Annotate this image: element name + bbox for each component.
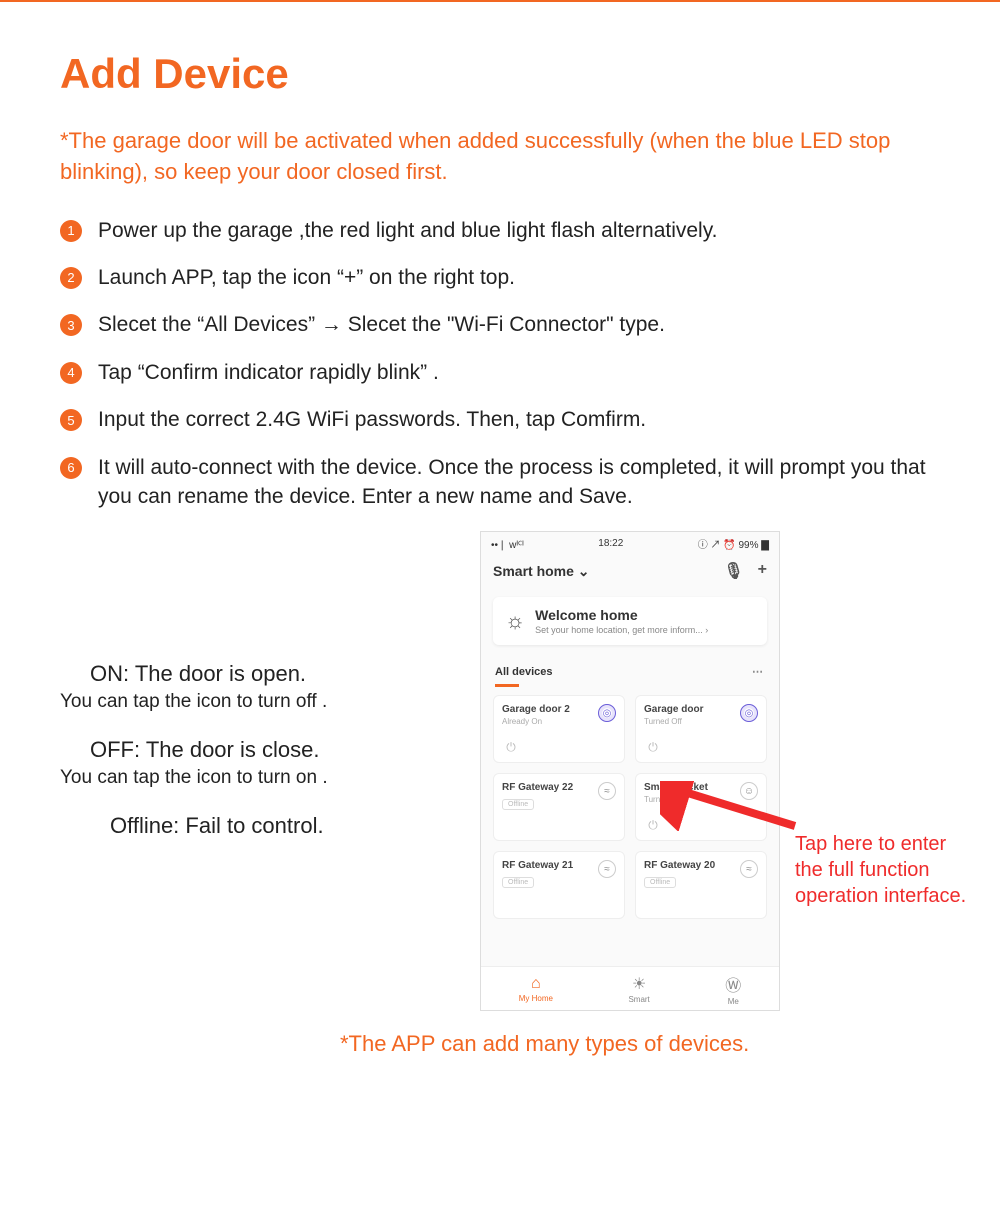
nav-label: My Home	[519, 994, 553, 1003]
device-status: Already On	[502, 717, 616, 726]
phone-screenshot: ••❘ ᴡᴵꟲᴵ 18:22 ⓘ ↗ ⏰ 99% ▇ Smart home ⌄ …	[480, 531, 780, 1011]
device-status: Turned Off	[644, 717, 758, 726]
wifi-icon: ≈	[740, 860, 758, 878]
step-text: Tap “Confirm indicator rapidly blink” .	[98, 358, 940, 387]
mic-icon[interactable]: 🎙	[723, 561, 743, 581]
app-header: Smart home ⌄ 🎙 +	[481, 555, 779, 591]
warning-note: *The garage door will be activated when …	[60, 126, 940, 188]
step-1: 1 Power up the garage ,the red light and …	[60, 216, 940, 245]
offline-badge: Offline	[502, 799, 534, 810]
status-offline: Offline: Fail to control.	[110, 813, 480, 839]
step-number: 4	[60, 362, 82, 384]
step-2: 2 Launch APP, tap the icon “+” on the rig…	[60, 263, 940, 292]
wifi-icon: ≈	[598, 860, 616, 878]
status-on-sub: You can tap the icon to turn off .	[60, 691, 480, 713]
nav-icon: ⌂	[519, 975, 553, 993]
nav-icon: Ⓦ	[725, 972, 741, 996]
lower-section: ON: The door is open. You can tap the ic…	[60, 531, 940, 1011]
step-text: Input the correct 2.4G WiFi passwords. T…	[98, 405, 940, 434]
device-card[interactable]: RF Gateway 21Offline≈	[493, 851, 625, 919]
nav-label: Me	[728, 997, 739, 1006]
nav-me[interactable]: ⓌMe	[725, 972, 741, 1006]
status-battery: ⓘ ↗ ⏰ 99% ▇	[698, 536, 769, 551]
step-4: 4 Tap “Confirm indicator rapidly blink” .	[60, 358, 940, 387]
status-time: 18:22	[598, 538, 623, 549]
welcome-card[interactable]: ☼ Welcome home Set your home location, g…	[493, 597, 767, 645]
status-off-sub: You can tap the icon to turn on .	[60, 767, 480, 789]
wifi-icon: ≈	[598, 782, 616, 800]
step-number: 3	[60, 314, 82, 336]
step-number: 5	[60, 409, 82, 431]
device-card[interactable]: Garage door 2Already On◎⏻	[493, 695, 625, 763]
app-title[interactable]: Smart home ⌄	[493, 563, 590, 580]
step-3: 3 Slecet the “All Devices” → Slecet the "…	[60, 310, 940, 339]
section-title[interactable]: All devices	[495, 666, 552, 678]
status-signal: ••❘ ᴡᴵꟲᴵ	[491, 537, 524, 551]
callout-text: Tap here to enter the full function oper…	[795, 831, 975, 909]
section-header: All devices ⋯	[481, 651, 779, 684]
offline-badge: Offline	[502, 877, 534, 888]
section-underline	[495, 684, 519, 687]
nav-icon: ☀	[628, 974, 649, 994]
step-number: 1	[60, 220, 82, 242]
device-status: Turned Off	[644, 795, 758, 804]
step-5: 5 Input the correct 2.4G WiFi passwords. …	[60, 405, 940, 434]
status-off-head: OFF: The door is close.	[90, 737, 480, 763]
step-text: Power up the garage ,the red light and b…	[98, 216, 940, 245]
step-text: Launch APP, tap the icon “+” on the righ…	[98, 263, 940, 292]
step-text: It will auto-connect with the device. On…	[98, 453, 940, 512]
status-explanations: ON: The door is open. You can tap the ic…	[60, 531, 480, 839]
device-cards: Garage door 2Already On◎⏻Garage doorTurn…	[481, 695, 779, 919]
footnote: *The APP can add many types of devices.	[340, 1031, 940, 1057]
device-card[interactable]: RF Gateway 20Offline≈	[635, 851, 767, 919]
more-icon[interactable]: ⋯	[752, 665, 765, 678]
phone-screenshot-wrap: ••❘ ᴡᴵꟲᴵ 18:22 ⓘ ↗ ⏰ 99% ▇ Smart home ⌄ …	[480, 531, 780, 1011]
plus-icon[interactable]: +	[758, 561, 767, 581]
phone-status-bar: ••❘ ᴡᴵꟲᴵ 18:22 ⓘ ↗ ⏰ 99% ▇	[481, 532, 779, 555]
power-icon[interactable]: ⏻	[644, 816, 662, 834]
device-card[interactable]: Smart SocketTurned Off☺⏻	[635, 773, 767, 841]
power-icon[interactable]: ⏻	[502, 738, 520, 756]
nav-smart[interactable]: ☀Smart	[628, 974, 649, 1004]
step-text: Slecet the “All Devices” → Slecet the "W…	[98, 310, 940, 339]
step-number: 2	[60, 267, 82, 289]
weather-icon: ☼	[505, 608, 525, 634]
top-divider	[0, 0, 1000, 2]
nav-my-home[interactable]: ⌂My Home	[519, 975, 553, 1003]
status-on-head: ON: The door is open.	[90, 661, 480, 687]
step-number: 6	[60, 457, 82, 479]
welcome-sub: Set your home location, get more inform.…	[535, 625, 708, 635]
bottom-nav: ⌂My Home ☀Smart ⓌMe	[481, 966, 779, 1010]
offline-badge: Offline	[644, 877, 676, 888]
device-card[interactable]: RF Gateway 22Offline≈	[493, 773, 625, 841]
nav-label: Smart	[628, 995, 649, 1004]
device-card[interactable]: Garage doorTurned Off◎⏻	[635, 695, 767, 763]
welcome-title: Welcome home	[535, 607, 708, 623]
page-title: Add Device	[60, 50, 940, 98]
steps-list: 1 Power up the garage ,the red light and …	[60, 216, 940, 512]
step-6: 6 It will auto-connect with the device. O…	[60, 453, 940, 512]
power-icon[interactable]: ⏻	[644, 738, 662, 756]
